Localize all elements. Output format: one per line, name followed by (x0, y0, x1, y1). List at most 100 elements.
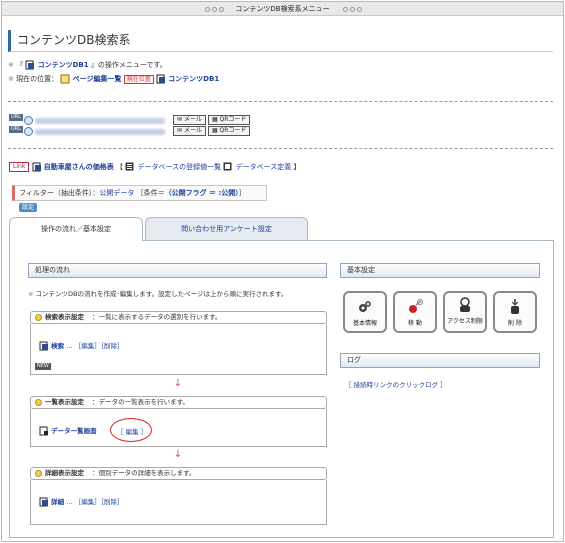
step-search-body: 検索 … ［編集］［削除］ NEW (30, 324, 327, 375)
page-list-icon (39, 426, 49, 436)
location-line: ※ 現在の位置： ページ編集一覧 現在位置 コンテンツDB1 (8, 74, 220, 84)
database-icon (39, 341, 49, 351)
mail-button[interactable]: ✉ メール (173, 126, 206, 136)
filter-value: 公開データ (99, 189, 135, 197)
flow-arrow: ↓ (173, 378, 183, 389)
delete-label[interactable]: 削除 (104, 342, 117, 350)
filter-label: フィルター（抽出条件）： (19, 189, 100, 197)
database-icon (39, 497, 49, 507)
flow-description: ※ コンテンツDBの流れを作成･編集します。設定したページは上から順に実行されま… (28, 290, 288, 298)
delete-label[interactable]: 削除 (104, 498, 117, 506)
location-db-link[interactable]: コンテンツDB1 (168, 75, 219, 83)
gears-icon (357, 299, 373, 315)
access-restriction-button[interactable]: アクセス制限 (443, 291, 487, 333)
edit-link: ［ 編集 ］ (117, 428, 148, 436)
url-row-2-content (24, 127, 166, 136)
filter-set-button[interactable]: 設定 (19, 203, 38, 212)
url-value-blurred[interactable] (35, 128, 166, 135)
new-badge[interactable]: NEW (35, 363, 51, 370)
definition-icon (223, 162, 233, 172)
qr-button[interactable]: ▦ QRコード (207, 126, 251, 136)
database-icon (156, 74, 166, 84)
step-circle-icon (35, 469, 42, 477)
current-position-badge: 現在位置 (123, 74, 154, 84)
step-title: 検索表示設定 (45, 313, 84, 321)
url-row-2: URL (9, 125, 23, 133)
url-row-1: URL (9, 113, 23, 121)
edit-link: ［編集］ (74, 342, 101, 350)
button-label: 削 除 (508, 320, 522, 327)
url-row-1-content (24, 116, 166, 125)
move-button[interactable]: 移 動 (393, 291, 437, 333)
window-controls-right (340, 6, 366, 12)
step-page-link[interactable]: データ一覧画面 (51, 427, 97, 435)
url-row-2-actions: ✉ メール ▦ QRコード (173, 126, 252, 136)
step-page-link[interactable]: 詳細 (51, 498, 64, 506)
step-list-body: データ一覧画面 (30, 409, 327, 447)
step-desc: 個別データの詳細を表示します。 (98, 469, 196, 477)
step-list-edit: ［ 編集 ］ (117, 426, 147, 436)
page-title: コンテンツDB検索系 (8, 30, 553, 52)
database-icon (32, 162, 42, 172)
location-label: 現在の位置： (16, 75, 59, 83)
filter-box: フィルター（抽出条件）：公開データ ［条件＝（公開フラグ ＝ :公開）］ 設定 (12, 185, 267, 212)
delete-link: ［削除］ (100, 498, 124, 506)
step-circle-icon (35, 313, 42, 321)
step-desc: データの一覧表示を行います。 (98, 398, 189, 406)
log-header: ログ (340, 353, 540, 368)
link-button[interactable]: Link (9, 162, 30, 172)
url-tag: URL (9, 113, 23, 121)
edit-label[interactable]: 編集 (81, 342, 94, 350)
related-db-title[interactable]: 自動車屋さんの価格表 (44, 163, 114, 171)
db-values-list-link[interactable]: データベースの登録値一覧 (137, 163, 221, 171)
delete-icon (507, 299, 523, 315)
tab-inquiry-survey[interactable]: 問い合わせ用アンケート設定 (145, 217, 308, 240)
url-row-1-actions: ✉ メール ▦ QRコード (173, 115, 252, 125)
step-title: 一覧表示設定 (45, 398, 84, 406)
step-desc: 一覧に表示するデータの選別を行います。 (98, 313, 222, 321)
tab-flow-basic[interactable]: 操作の流れ／基本設定 (9, 217, 143, 241)
filter-condition: （公開フラグ ＝ :公開） (164, 189, 239, 197)
button-label: 基本情報 (352, 320, 377, 327)
db-definition-link[interactable]: データベース定義 (236, 163, 292, 171)
flow-description-text: コンテンツDBの流れを作成･編集します。設定したページは上から順に実行されます。 (35, 290, 288, 298)
related-line: Link 自動車屋さんの価格表 【 データベースの登録値一覧 データベース定義 … (9, 162, 300, 172)
step-list-header: 一覧表示設定 ：データの一覧表示を行います。 (30, 396, 327, 409)
edit-label[interactable]: 編集 (81, 498, 94, 506)
url-tag: URL (9, 125, 23, 133)
delete-button[interactable]: 削 除 (493, 291, 537, 333)
step-detail-header: 詳細表示設定 ：個別データの詳細を表示します。 (30, 467, 327, 480)
window-controls-left (202, 6, 228, 12)
globe-icon (24, 116, 33, 125)
step-detail-body: 詳細 … ［編集］［削除］ (30, 480, 327, 525)
basic-settings-header: 基本設定 (340, 263, 540, 278)
window-title: コンテンツDB検索系メニュー (235, 5, 330, 13)
button-label: 移 動 (408, 320, 422, 327)
database-icon (25, 60, 35, 70)
step-page-link[interactable]: 検索 (51, 342, 64, 350)
mail-button[interactable]: ✉ メール (173, 115, 206, 125)
step-search-header: 検索表示設定 ：一覧に表示するデータの選別を行います。 (30, 311, 327, 324)
list-icon (125, 162, 135, 172)
location-page-link[interactable]: ページ編集一覧 (73, 75, 122, 83)
delete-link: ［削除］ (100, 342, 124, 350)
move-icon (407, 299, 423, 315)
divider (8, 101, 553, 102)
edit-link: ［編集］ (74, 498, 101, 506)
basic-info-button[interactable]: 基本情報 (343, 291, 387, 333)
divider (8, 148, 553, 149)
intro-suffix: 』の操作メニューです。 (90, 61, 167, 69)
flow-header: 処理の流れ (28, 263, 327, 278)
access-icon (457, 297, 473, 313)
flow-arrow: ↓ (173, 449, 183, 460)
url-value-blurred[interactable] (35, 117, 166, 124)
step-title: 詳細表示設定 (45, 469, 84, 477)
filter-condition-prefix: ［条件＝ (136, 189, 165, 197)
title-bar: コンテンツDB検索系メニュー (2, 2, 563, 16)
edit-label[interactable]: 編集 (126, 428, 139, 436)
filter-condition-suffix: ］ (238, 189, 246, 197)
qr-button[interactable]: ▦ QRコード (207, 115, 251, 125)
page-icon (60, 74, 70, 84)
click-log-link[interactable]: ［ 接続時リンクのクリックログ ］ (345, 379, 447, 389)
db-link[interactable]: コンテンツDB1 (38, 61, 89, 69)
